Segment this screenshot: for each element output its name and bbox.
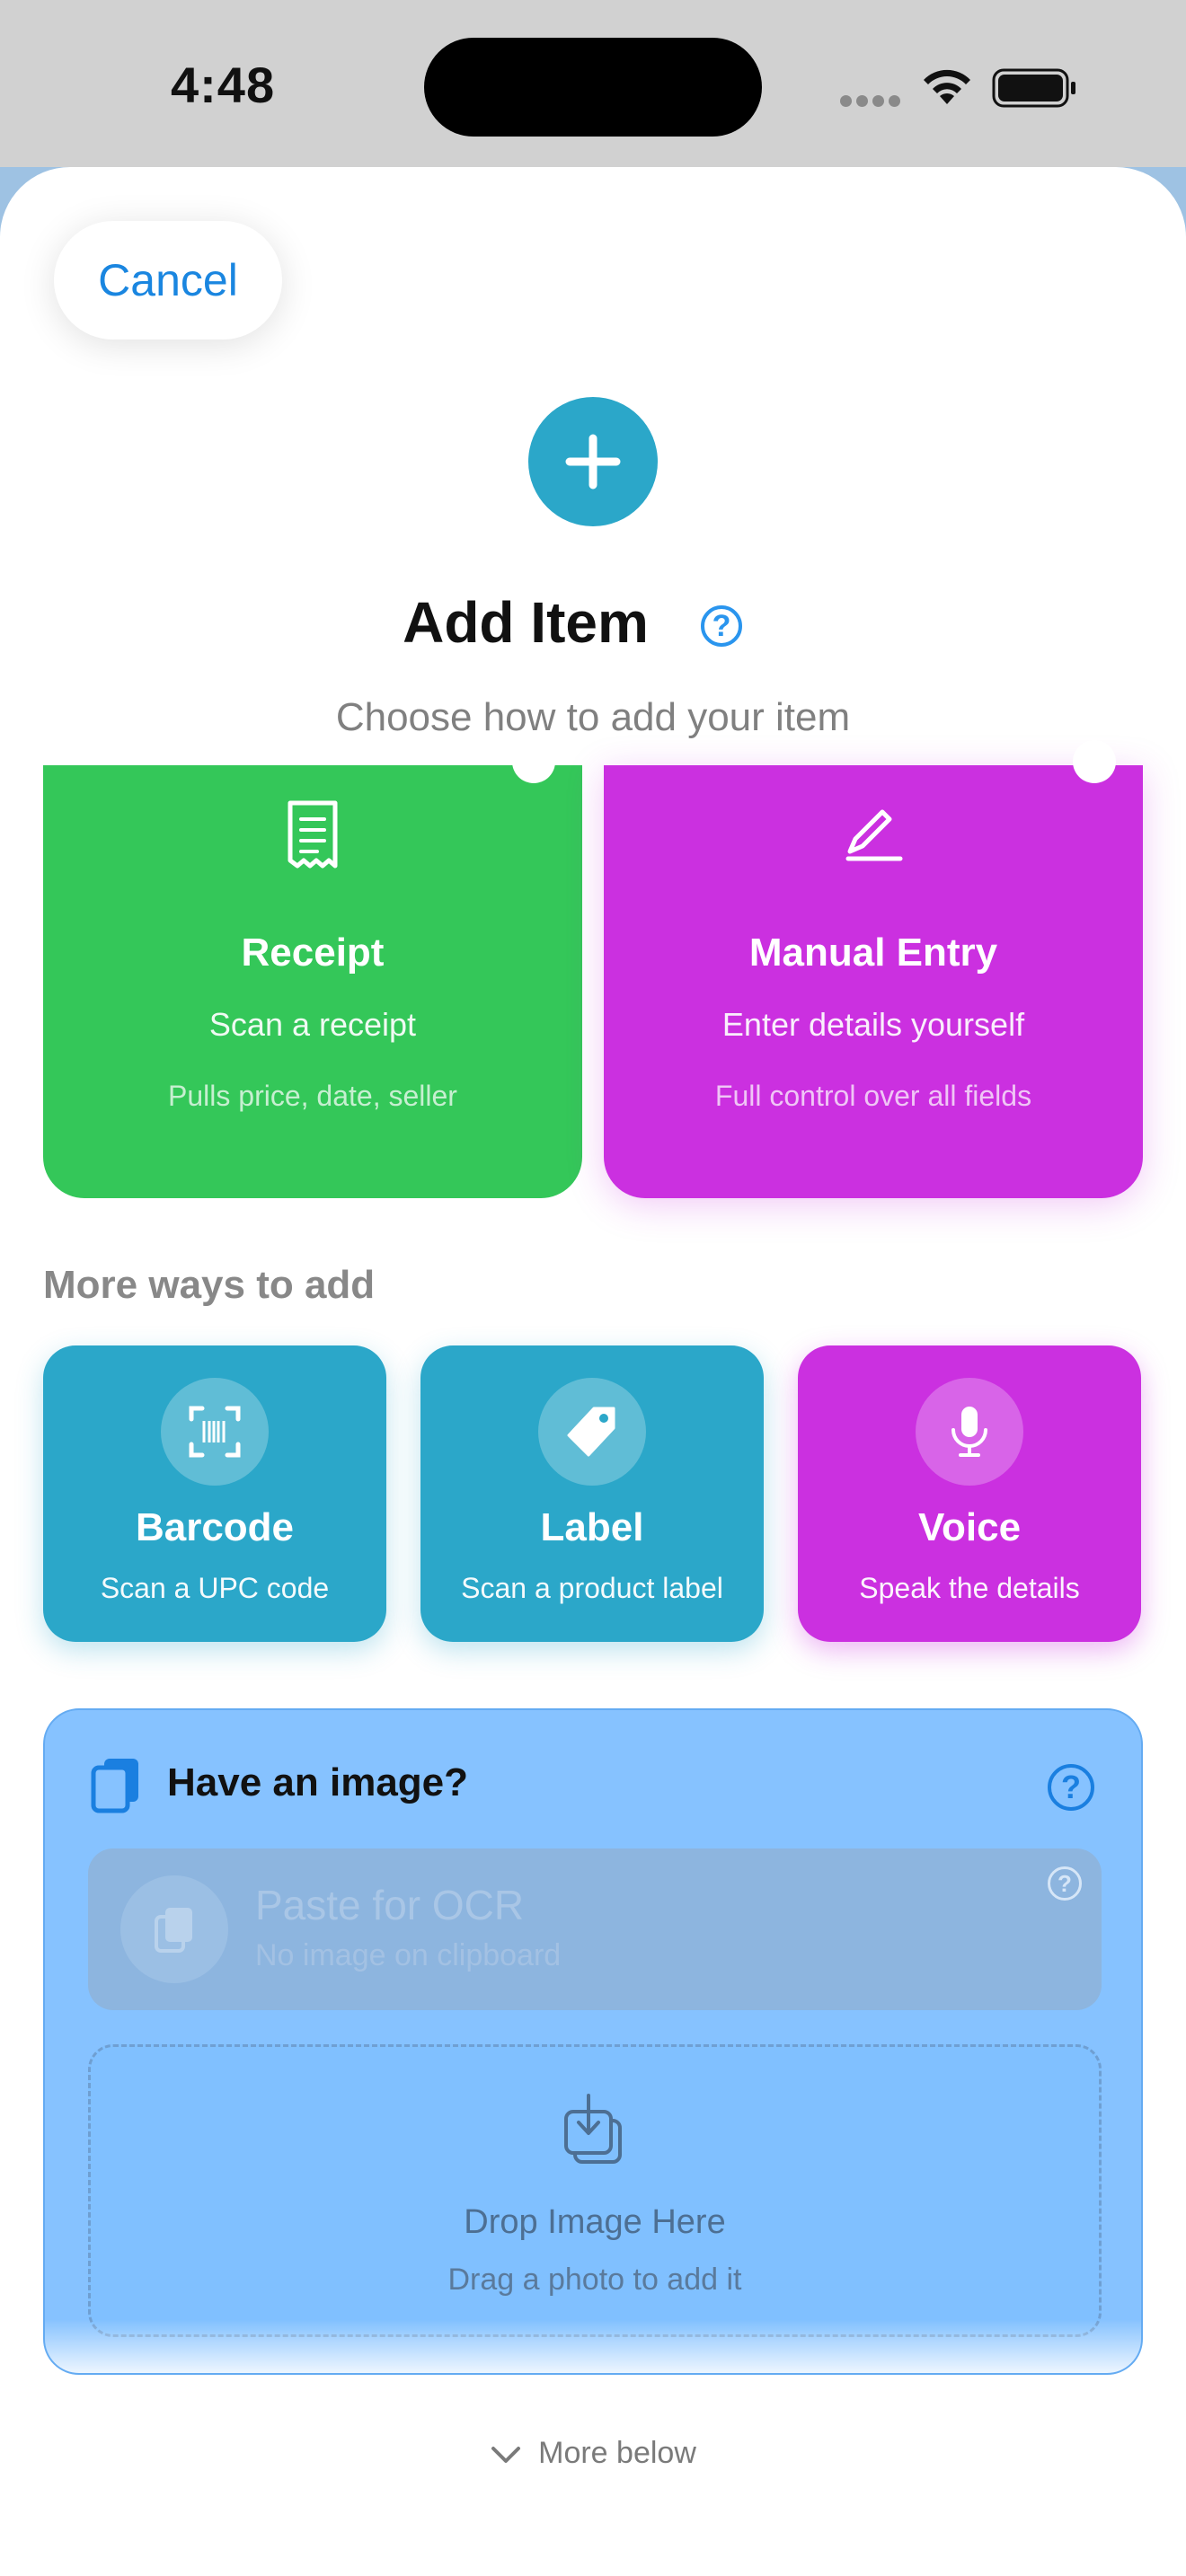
help-icon[interactable]: ? [1048,1764,1094,1811]
scroll-fade [45,2319,1141,2373]
paste-icon [155,1908,192,1953]
receipt-option-description: Scan a receipt [208,1006,417,1043]
add-item-sheet: Cancel Add Item ? Choose how to add your… [0,167,1186,2576]
chevron-down-icon [491,2447,521,2464]
paste-for-ocr-button[interactable]: Paste for OCR No image on clipboard ? [88,1848,1102,2010]
manual-entry-option-description: Enter details yourself [721,1006,1025,1043]
page-subtitle: Choose how to add your item [335,695,851,739]
more-below-indicator[interactable]: More below [0,2436,1186,2471]
page-title: Add Item [403,590,649,655]
microphone-icon [951,1407,987,1457]
receipt-option-card[interactable]: Receipt Scan a receipt Pulls price, date… [43,740,582,1198]
label-option-description: Scan a product label [461,1572,723,1604]
drop-zone-subtitle: Drag a photo to add it [447,2263,742,2297]
barcode-scan-icon [189,1406,241,1458]
manual-entry-option-title: Manual Entry [748,931,998,975]
image-section-title: Have an image? [167,1760,469,1804]
more-ways-heading: More ways to add [43,1263,376,1307]
paste-title: Paste for OCR [255,1882,525,1928]
barcode-option-card[interactable]: Barcode Scan a UPC code [43,1345,386,1642]
voice-option-title: Voice [917,1505,1022,1549]
cancel-button[interactable]: Cancel [54,221,282,340]
tag-icon [567,1407,615,1457]
card-indicator-dot [1073,740,1116,783]
label-option-card[interactable]: Label Scan a product label [420,1345,764,1642]
receipt-icon [288,800,338,869]
paste-subtitle: No image on clipboard [255,1938,562,1972]
help-icon[interactable]: ? [701,605,742,647]
battery-icon [992,68,1075,108]
cellular-signal-icon [840,95,905,111]
card-indicator-dot [512,740,555,783]
help-icon[interactable]: ? [1048,1866,1082,1901]
manual-entry-option-note: Full control over all fields [714,1080,1032,1112]
barcode-option-title: Barcode [135,1505,295,1549]
barcode-option-description: Scan a UPC code [100,1572,330,1604]
clipboard-image-icon [91,1759,138,1813]
tray-download-icon [564,2094,622,2164]
pencil-icon [845,809,903,861]
manual-entry-option-card[interactable]: Manual Entry Enter details yourself Full… [604,740,1143,1198]
label-option-title: Label [540,1505,644,1549]
voice-option-description: Speak the details [859,1572,1080,1604]
wifi-icon [924,69,970,104]
receipt-option-title: Receipt [241,931,385,975]
receipt-option-note: Pulls price, date, seller [168,1080,457,1112]
more-below-label: More below [538,2436,696,2470]
drop-zone-title: Drop Image Here [464,2203,726,2241]
voice-option-card[interactable]: Voice Speak the details [798,1345,1141,1642]
plus-icon [528,397,658,526]
status-time: 4:48 [171,57,276,113]
image-drop-zone[interactable]: Drop Image Here Drag a photo to add it [88,2044,1102,2337]
dynamic-island [424,38,762,137]
status-bar: 4:48 [0,0,1186,167]
image-import-panel: Have an image? ? Paste for OCR No image … [43,1708,1143,2375]
